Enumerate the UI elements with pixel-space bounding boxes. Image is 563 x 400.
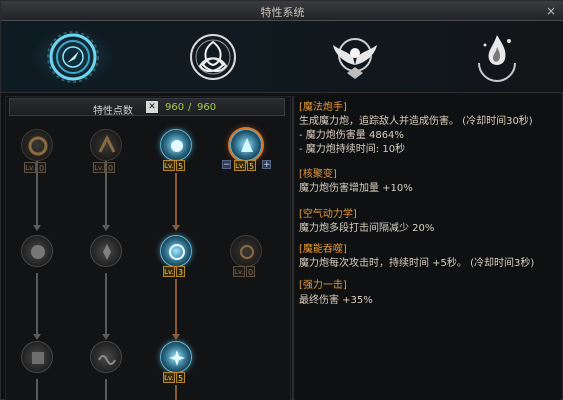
skill-node[interactable] xyxy=(160,341,192,373)
skill-node-selected[interactable] xyxy=(230,129,262,161)
window-title: 特性系统 xyxy=(260,6,305,19)
skill-node[interactable] xyxy=(21,129,53,161)
skill-level: Lv. 5 xyxy=(234,160,256,171)
tree-arrow xyxy=(102,334,110,340)
pane-divider xyxy=(292,96,294,400)
tree-arrow xyxy=(102,225,110,231)
close-icon[interactable]: × xyxy=(544,4,558,18)
points-max: 960 xyxy=(197,102,217,113)
tree-arrow xyxy=(33,225,41,231)
emblem-band xyxy=(1,21,563,93)
triquetra-emblem-icon[interactable] xyxy=(185,29,241,85)
desc-text: 最终伤害 +35% xyxy=(299,295,373,306)
tree-connector-active xyxy=(175,385,177,400)
tree-connector xyxy=(105,379,107,400)
points-separator: / xyxy=(188,102,192,113)
skill-level: Lv. 0 xyxy=(93,162,115,173)
shatter-icon xyxy=(169,350,185,366)
tree-connector xyxy=(105,273,107,335)
skill-node[interactable] xyxy=(90,129,122,161)
title-bar[interactable]: 特性系统 × xyxy=(1,1,563,21)
skill-node[interactable] xyxy=(21,235,53,267)
orb-icon xyxy=(171,140,183,152)
wave-icon xyxy=(98,355,116,365)
skill-node[interactable] xyxy=(160,235,192,267)
tree-connector-active xyxy=(175,279,177,335)
skill-node[interactable] xyxy=(90,235,122,267)
skill-level: Lv. 0 xyxy=(233,266,255,277)
level-up-button[interactable]: + xyxy=(262,160,271,170)
burst-icon xyxy=(31,245,45,259)
skill-node[interactable] xyxy=(90,341,122,373)
spike-icon xyxy=(103,244,111,260)
vortex-icon xyxy=(169,244,185,260)
desc-text: 魔力炮多段打击间隔减少 20% xyxy=(299,223,435,234)
claw-icon xyxy=(98,134,116,153)
swirl-icon xyxy=(28,136,48,156)
desc-heading: [魔能吞噬] xyxy=(299,244,347,255)
trait-system-window: 特性系统 × 特性点数 ✕ 960 / 960 Lv. 0 Lv. 0 Lv. … xyxy=(0,0,563,400)
tree-connector-active xyxy=(175,173,177,226)
points-current: 960 xyxy=(165,102,185,113)
tree-arrow-active xyxy=(172,225,180,231)
desc-text: - 魔力炮持续时间: 10秒 xyxy=(299,144,406,155)
desc-text: 魔力炮每次攻击时，持续时间 +5秒。 (冷却时间3秒) xyxy=(299,258,535,269)
desc-heading: [核聚变] xyxy=(299,169,337,180)
magic-cannon-icon xyxy=(241,138,253,152)
desc-heading: [强力一击] xyxy=(299,280,347,291)
skill-level: Lv. 0 xyxy=(24,162,46,173)
points-icon: ✕ xyxy=(146,101,158,113)
skill-level: Lv. 3 xyxy=(163,266,185,277)
trait-points-label: 特性点数 xyxy=(93,106,133,117)
desc-heading: [魔法炮手] xyxy=(299,102,347,113)
desc-text: 生成魔力炮，追踪敌人并造成伤害。 (冷却时间30秒) xyxy=(299,116,533,127)
skill-node[interactable] xyxy=(230,235,262,267)
skill-node[interactable] xyxy=(160,129,192,161)
trait-points-bar: 特性点数 ✕ 960 / 960 xyxy=(9,98,285,117)
tree-arrow xyxy=(33,334,41,340)
book-icon xyxy=(32,352,44,364)
skill-node[interactable] xyxy=(21,341,53,373)
tree-connector xyxy=(36,379,38,400)
glyph-icon xyxy=(240,245,254,259)
flame-emblem-icon[interactable] xyxy=(469,29,525,85)
skill-level: Lv. 5 xyxy=(163,372,185,383)
level-down-button[interactable]: − xyxy=(222,160,231,170)
tree-arrow-active xyxy=(172,334,180,340)
compass-emblem-icon[interactable] xyxy=(45,29,101,85)
skill-level: Lv. 5 xyxy=(163,160,185,171)
desc-text: - 魔力炮伤害量 4864% xyxy=(299,130,404,141)
desc-heading: [空气动力学] xyxy=(299,209,357,220)
wings-emblem-icon[interactable] xyxy=(327,29,383,85)
tree-connector xyxy=(36,273,38,335)
desc-text: 魔力炮伤害增加量 +10% xyxy=(299,183,413,194)
